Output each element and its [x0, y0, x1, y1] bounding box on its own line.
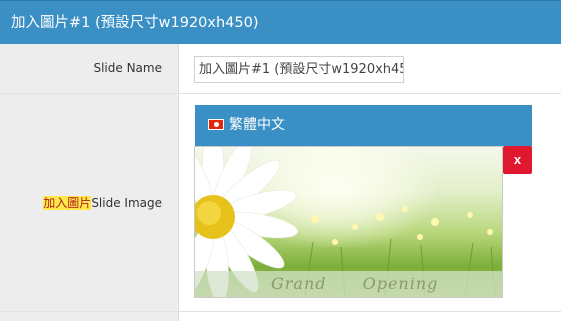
- next-row: [0, 312, 561, 321]
- delete-image-button[interactable]: x: [503, 146, 532, 174]
- language-tab-label: 繁體中文: [229, 117, 285, 133]
- slide-image-label-text: Slide Image: [91, 196, 162, 210]
- panel-title: 加入圖片#1 (預設尺寸w1920xh450): [11, 15, 259, 31]
- slide-name-label: Slide Name: [93, 61, 162, 75]
- panel-header: 加入圖片#1 (預設尺寸w1920xh450): [0, 0, 561, 44]
- slide-name-row: Slide Name 加入圖片#1 (預設尺寸w1920xh450): [0, 44, 561, 94]
- next-row-label-cell: [0, 312, 179, 321]
- image-overlay-text: Grand Opening: [195, 271, 502, 297]
- slide-name-input[interactable]: 加入圖片#1 (預設尺寸w1920xh450): [194, 56, 404, 83]
- slide-image-label-cell: 加入圖片Slide Image: [0, 94, 179, 311]
- hk-flag-icon: [208, 119, 224, 130]
- slide-image-preview[interactable]: Grand Opening: [194, 146, 503, 298]
- slide-name-label-cell: Slide Name: [0, 44, 179, 93]
- slide-image-label-highlight: 加入圖片: [43, 196, 92, 210]
- small-flowers: [311, 206, 493, 245]
- language-tab-traditional-chinese[interactable]: 繁體中文: [195, 105, 532, 146]
- slide-image-label: 加入圖片Slide Image: [43, 194, 162, 211]
- slide-image-row: 加入圖片Slide Image 繁體中文 Grand Opening x: [0, 94, 561, 312]
